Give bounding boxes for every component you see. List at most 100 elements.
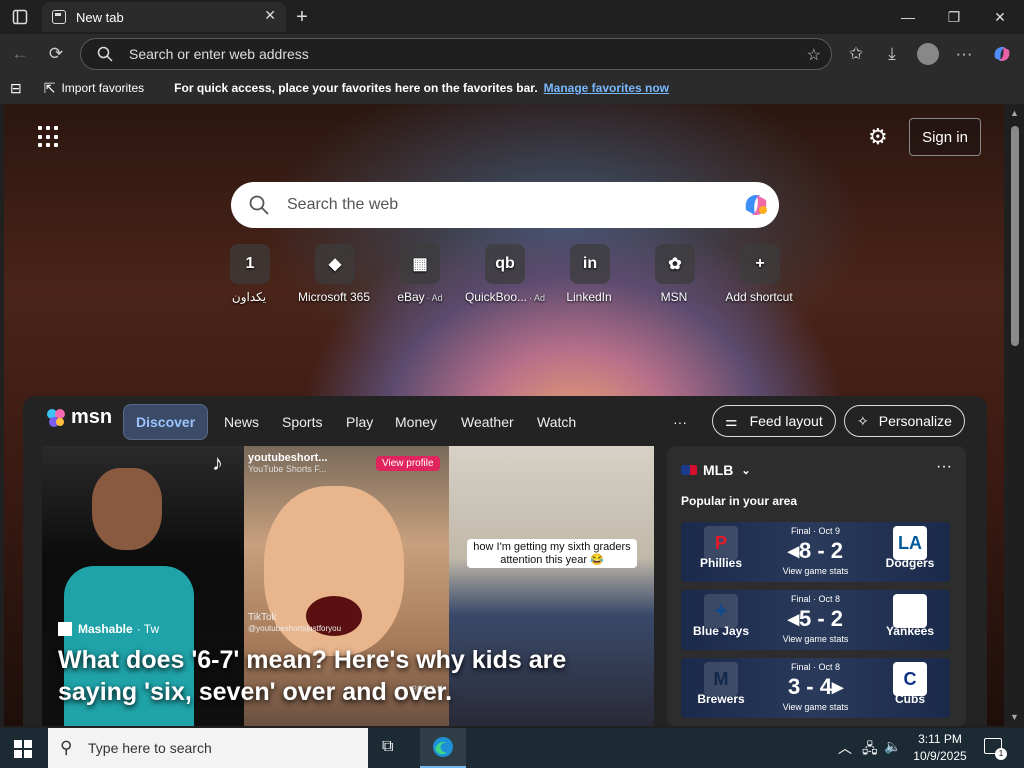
copilot-search-icon[interactable]: [741, 190, 771, 220]
msn-logo[interactable]: msn: [45, 406, 112, 429]
tab-discover[interactable]: Discover: [123, 404, 209, 440]
shortcut-quickbooks[interactable]: qb QuickBoo... · Ad: [460, 244, 550, 304]
notification-center-icon[interactable]: 1: [984, 738, 1007, 760]
shortcut-msn[interactable]: ✿ MSN: [630, 244, 720, 304]
close-window-button[interactable]: ✕: [980, 4, 1020, 30]
view-game-stats-link[interactable]: View game stats: [761, 566, 870, 576]
shortcut-label: LinkedIn: [566, 290, 612, 304]
refresh-button[interactable]: ⟳: [42, 40, 70, 68]
tiktok-watermark: TikTok @youtubeshortsjustforyou: [248, 612, 341, 634]
personalize-button[interactable]: ✧ Personalize: [844, 405, 965, 437]
sparkle-icon: ✧: [857, 412, 869, 429]
scroll-down-icon[interactable]: ▼: [1010, 712, 1019, 722]
hero-story-card[interactable]: how I'm getting my sixth graders attenti…: [42, 446, 654, 726]
scrollbar-thumb[interactable]: [1011, 126, 1019, 346]
tab-title: New tab: [76, 9, 124, 25]
sliders-icon: ⚌: [725, 412, 738, 429]
scroll-up-icon[interactable]: ▲: [1010, 108, 1019, 118]
view-game-stats-link[interactable]: View game stats: [761, 634, 870, 644]
web-search-box[interactable]: Search the web: [231, 182, 779, 228]
shortcut-label: MSN: [660, 290, 688, 304]
new-tab-page: ⚙ Sign in Search the web 1 يكداون ◆ Microso…: [4, 104, 1004, 726]
close-tab-icon[interactable]: ✕: [264, 7, 276, 24]
task-view-icon[interactable]: ⧉: [382, 738, 393, 756]
msn-icon: ✿: [655, 244, 695, 284]
game-score: 3 - 4▸: [787, 674, 844, 699]
taskbar-search-placeholder: Type here to search: [88, 740, 212, 756]
favbar-message: For quick access, place your favorites h…: [174, 81, 538, 95]
toolbar: ← ⟳ Search or enter web address ☆ ✩ ⤓ ··…: [0, 34, 1024, 72]
manage-favorites-link[interactable]: Manage favorites now: [544, 81, 669, 95]
mlb-game-row[interactable]: ✦ Blue Jays Yankees Final · Oct 8 ◂5 - 2 View…: [681, 590, 950, 650]
show-hidden-icons-chevron[interactable]: ︿: [838, 738, 852, 758]
favorites-icon[interactable]: ✩: [842, 40, 870, 68]
collections-icon[interactable]: ⊟: [10, 80, 22, 97]
restore-button[interactable]: ❐: [934, 4, 974, 30]
quickbooks-icon: qb: [485, 244, 525, 284]
game-score: ◂5 - 2: [787, 606, 844, 631]
tab-actions-icon[interactable]: [0, 4, 40, 30]
mlb-header[interactable]: MLB ⌄: [681, 462, 751, 478]
tab-money[interactable]: Money: [395, 404, 437, 440]
view-game-stats-link[interactable]: View game stats: [761, 702, 870, 712]
view-profile-button[interactable]: View profile: [376, 456, 440, 471]
page-scrollbar[interactable]: ▲ ▼: [1006, 104, 1024, 726]
yt-channel-name: youtubeshort...: [248, 452, 328, 464]
left-team-name: Phillies: [699, 556, 743, 570]
import-favorites-button[interactable]: Import favorites: [61, 81, 144, 95]
mlb-game-row[interactable]: M C Brewers Cubs Final · Oct 8 3 - 4▸ View gam…: [681, 658, 950, 718]
more-tabs-button[interactable]: ···: [673, 404, 687, 440]
address-bar[interactable]: Search or enter web address ☆: [80, 38, 832, 70]
tab-sports[interactable]: Sports: [282, 404, 322, 440]
tiktok-handle: @youtubeshortsjustforyou: [248, 624, 342, 633]
shortcut-linkedin[interactable]: in LinkedIn: [545, 244, 635, 304]
shortcut-ebay[interactable]: ▦ eBay · Ad: [375, 244, 465, 304]
mlb-more-icon[interactable]: ···: [936, 458, 952, 476]
downloads-icon[interactable]: ⤓: [878, 40, 906, 68]
shortcut-label: Add shortcut: [725, 290, 793, 304]
apps-launcher-icon[interactable]: [38, 126, 60, 148]
favorite-star-icon[interactable]: ☆: [807, 45, 821, 65]
start-button[interactable]: [14, 740, 32, 758]
back-button[interactable]: ←: [6, 40, 34, 68]
right-team-logo: [893, 594, 927, 628]
mlb-game-row[interactable]: P LA Phillies Dodgers Final · Oct 9 ◂8 - 2 Vie…: [681, 522, 950, 582]
msn-logo-text: msn: [71, 406, 113, 428]
story-headline[interactable]: What does '6-7' mean? Here's why kids ar…: [58, 644, 638, 708]
shortcut-microsoft-365[interactable]: ◆ Microsoft 365: [290, 244, 380, 304]
edge-taskbar-icon[interactable]: [420, 728, 466, 768]
new-tab-button[interactable]: +: [282, 4, 322, 30]
sign-in-button[interactable]: Sign in: [909, 118, 981, 156]
volume-muted-icon[interactable]: 🔈: [884, 738, 901, 755]
network-icon[interactable]: 🖧: [862, 738, 878, 762]
settings-gear-icon[interactable]: ⚙: [868, 124, 888, 150]
address-placeholder: Search or enter web address: [129, 46, 309, 62]
tab-watch[interactable]: Watch: [537, 404, 576, 440]
import-favorites-icon: ⇱: [43, 79, 56, 96]
game-score: ◂8 - 2: [787, 538, 844, 563]
tab-news[interactable]: News: [224, 404, 259, 440]
yakdawn-icon: 1: [230, 244, 270, 284]
tab-new-tab[interactable]: New tab ✕: [42, 2, 286, 32]
tab-play[interactable]: Play: [346, 404, 373, 440]
profile-avatar[interactable]: [914, 40, 942, 68]
minimize-button[interactable]: —: [888, 4, 928, 30]
msn-feed: msn Discover News Sports Play Money Weat…: [23, 396, 987, 726]
taskbar-search[interactable]: ⚲ Type here to search: [48, 728, 368, 768]
tab-weather[interactable]: Weather: [461, 404, 514, 440]
shortcut-label: يكداون: [231, 290, 267, 304]
shortcut-plus[interactable]: + Add shortcut: [715, 244, 805, 304]
shortcut-yakdawn[interactable]: 1 يكداون: [205, 244, 295, 304]
taskbar: ⚲ Type here to search ⧉ ︿ 🖧 🔈 3:11 PM 10…: [0, 728, 1024, 768]
microsoft-365-icon: ◆: [315, 244, 355, 284]
search-icon: [249, 195, 269, 215]
more-menu-icon[interactable]: ···: [950, 40, 978, 68]
feed-layout-button[interactable]: ⚌ Feed layout: [712, 405, 836, 437]
mlb-logo-icon: [681, 465, 697, 475]
system-clock[interactable]: 3:11 PM 10/9/2025: [905, 731, 975, 765]
right-team-name: Yankees: [885, 624, 935, 638]
personalize-label: Personalize: [878, 413, 952, 429]
copilot-icon[interactable]: [988, 40, 1016, 68]
game-status: Final · Oct 8: [790, 594, 840, 604]
favorites-bar: ⊟ ⇱ Import favorites For quick access, p…: [0, 72, 1024, 104]
